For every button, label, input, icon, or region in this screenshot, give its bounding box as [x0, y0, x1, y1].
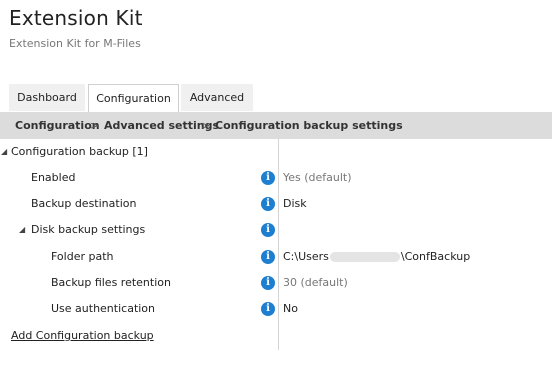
- folder-path-suffix: \ConfBackup: [400, 250, 471, 263]
- tree-group-label: Disk backup settings: [31, 223, 146, 236]
- tree-group-configuration-backup[interactable]: ◢ Configuration backup [1]: [0, 139, 552, 165]
- redacted-username: [329, 252, 400, 262]
- property-value-folder-path[interactable]: C:\Users \ConfBackup: [283, 244, 470, 270]
- property-row-backup-destination[interactable]: Backup destination i Disk: [0, 191, 552, 217]
- property-value-backup-files-retention[interactable]: 30 (default): [283, 270, 348, 296]
- property-label-folder-path: Folder path: [51, 250, 114, 263]
- add-configuration-backup-link[interactable]: Add Configuration backup: [11, 329, 154, 342]
- info-icon[interactable]: i: [261, 197, 275, 211]
- tab-dashboard[interactable]: Dashboard: [9, 84, 85, 111]
- tree-group-label: Configuration backup [1]: [11, 145, 148, 158]
- triangle-down-icon[interactable]: ◢: [1, 139, 7, 165]
- tab-bar: Dashboard Configuration Advanced: [0, 84, 552, 112]
- info-icon[interactable]: i: [261, 250, 275, 264]
- triangle-down-icon[interactable]: ◢: [19, 217, 25, 243]
- property-row-backup-files-retention[interactable]: Backup files retention i 30 (default): [0, 270, 552, 296]
- property-label-enabled: Enabled: [31, 171, 76, 184]
- info-icon[interactable]: i: [261, 171, 275, 185]
- app-title: Extension Kit: [9, 6, 143, 30]
- info-icon[interactable]: i: [261, 302, 275, 316]
- property-label-backup-files-retention: Backup files retention: [51, 276, 171, 289]
- breadcrumb-configuration[interactable]: Configuration: [15, 112, 100, 139]
- property-row-enabled[interactable]: Enabled i Yes (default): [0, 165, 552, 191]
- tab-configuration[interactable]: Configuration: [88, 84, 179, 112]
- app-subtitle: Extension Kit for M-Files: [9, 37, 141, 50]
- property-label-backup-destination: Backup destination: [31, 197, 137, 210]
- property-value-backup-destination[interactable]: Disk: [283, 191, 307, 217]
- property-row-folder-path[interactable]: Folder path i C:\Users \ConfBackup: [0, 244, 552, 270]
- breadcrumb-separator: >: [90, 119, 100, 132]
- breadcrumb-configuration-backup-settings: Configuration backup settings: [215, 119, 403, 132]
- folder-path-prefix: C:\Users: [283, 250, 329, 263]
- breadcrumb: Configuration > Advanced settings > Conf…: [0, 112, 552, 139]
- property-row-use-authentication[interactable]: Use authentication i No: [0, 296, 552, 322]
- info-icon[interactable]: i: [261, 223, 275, 237]
- property-value-use-authentication[interactable]: No: [283, 296, 298, 322]
- breadcrumb-separator: >: [201, 119, 211, 132]
- tab-advanced[interactable]: Advanced: [181, 84, 253, 111]
- property-label-use-authentication: Use authentication: [51, 302, 156, 315]
- tree-group-disk-backup-settings[interactable]: ◢ Disk backup settings i: [0, 217, 552, 243]
- property-value-enabled[interactable]: Yes (default): [283, 165, 352, 191]
- info-icon[interactable]: i: [261, 276, 275, 290]
